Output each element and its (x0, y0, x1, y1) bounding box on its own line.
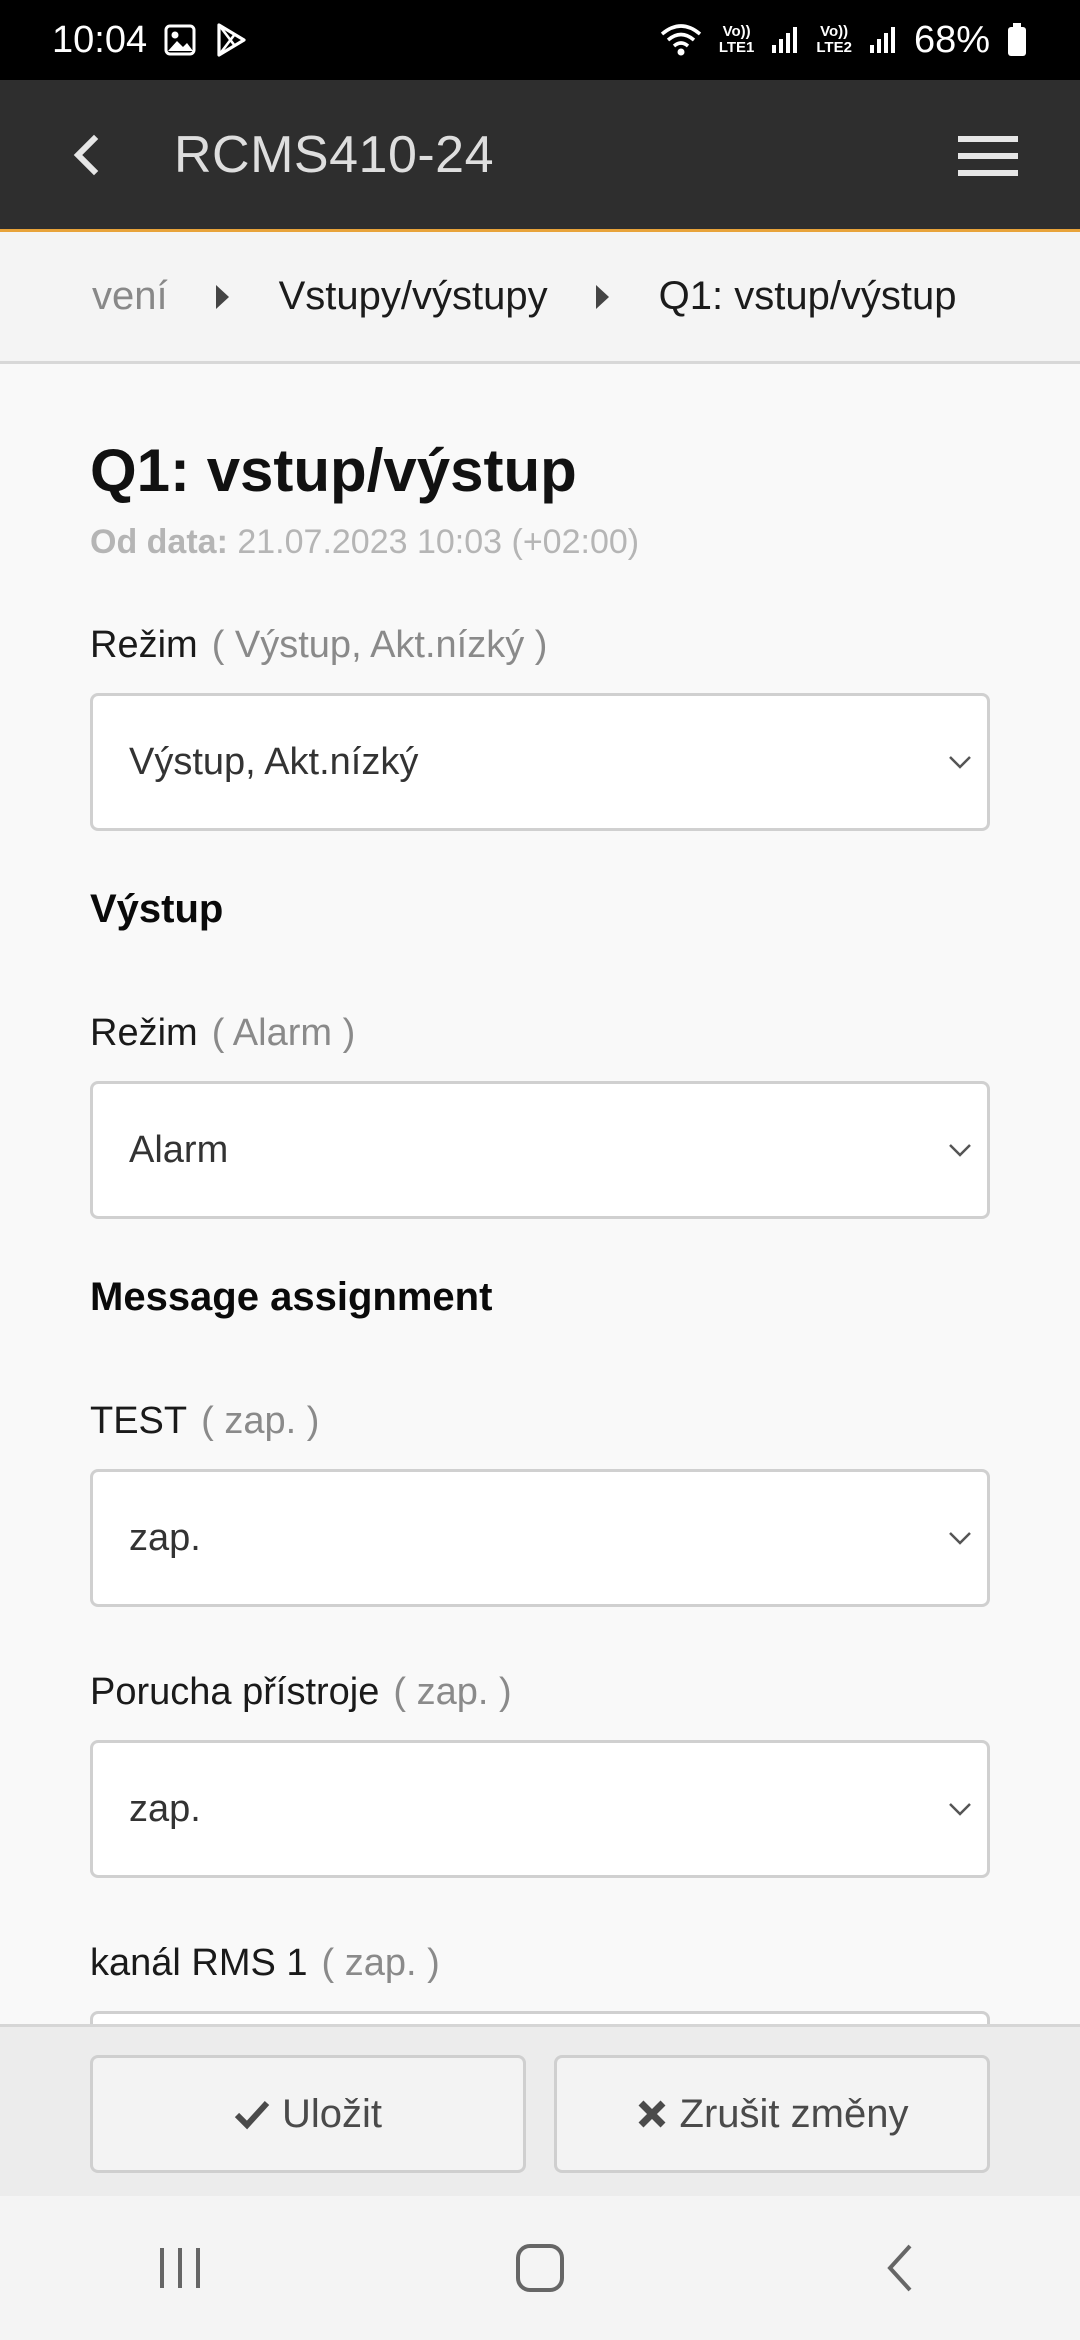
save-button-label: Uložit (281, 2091, 383, 2136)
valid-since-label: Od data: (90, 523, 228, 561)
chevron-down-icon (949, 1532, 971, 1545)
device-fault-label: Porucha přístroje( zap. ) (90, 1671, 512, 1713)
mode-field: Režim( Výstup, Akt.nízký ) Výstup, Akt.n… (90, 624, 990, 831)
back-arrow-icon (73, 134, 99, 175)
system-nav-bar (0, 2196, 1080, 2340)
breadcrumb-item-current: Q1: vstup/výstup (658, 274, 957, 318)
status-time: 10:04 (52, 18, 148, 61)
settings-form: Q1: vstup/výstup Od data: 21.07.2023 10:… (90, 364, 990, 2149)
play-store-icon (213, 22, 249, 58)
battery-icon (1006, 22, 1028, 58)
chevron-down-icon (949, 1803, 971, 1816)
mode-select[interactable]: Výstup, Akt.nízký (90, 693, 990, 831)
breadcrumb-separator-icon (595, 284, 609, 309)
rms1-hint: ( zap. ) (321, 1942, 440, 1984)
test-label: TEST( zap. ) (90, 1400, 320, 1442)
close-icon (638, 2100, 666, 2128)
valid-since-value: 21.07.2023 10:03 (+02:00) (237, 523, 640, 561)
battery-percent: 68% (913, 18, 990, 61)
hamburger-menu-icon (958, 136, 1018, 176)
device-fault-select[interactable]: zap. (90, 1740, 990, 1878)
mode-label: Režim( Výstup, Akt.nízký ) (90, 624, 548, 666)
form-footer: Uložit Zrušit změny (0, 2024, 1080, 2196)
test-select-value: zap. (129, 1516, 201, 1559)
cancel-changes-button-label: Zrušit změny (679, 2091, 909, 2136)
breadcrumb-item-settings[interactable]: vení (92, 274, 168, 319)
valid-since: Od data: 21.07.2023 10:03 (+02:00) (90, 523, 990, 562)
gallery-icon (163, 23, 197, 57)
output-section-title: Výstup (90, 887, 224, 931)
home-button[interactable] (470, 2218, 610, 2318)
test-field: TEST( zap. ) zap. (90, 1400, 990, 1607)
status-bar: 10:04 Vo)) LTE1 Vo)) LTE2 68% (0, 0, 1080, 80)
device-fault-hint: ( zap. ) (393, 1671, 512, 1713)
output-mode-field: Režim( Alarm ) Alarm (90, 1012, 990, 1219)
mode-select-value: Výstup, Akt.nízký (129, 740, 419, 783)
output-mode-select[interactable]: Alarm (90, 1081, 990, 1219)
home-icon (516, 2244, 564, 2292)
output-mode-label: Režim( Alarm ) (90, 1012, 356, 1054)
recent-apps-button[interactable] (110, 2218, 250, 2318)
back-chevron-icon (887, 2244, 912, 2292)
test-hint: ( zap. ) (201, 1400, 320, 1442)
page-title: Q1: vstup/výstup (90, 437, 577, 504)
test-select[interactable]: zap. (90, 1469, 990, 1607)
volte-lte2-icon: Vo)) LTE2 (816, 23, 852, 56)
recent-apps-icon (160, 2248, 200, 2288)
breadcrumb-item-io[interactable]: Vstupy/výstupy (279, 274, 548, 319)
app-title: RCMS410-24 (174, 125, 495, 184)
breadcrumb-separator-icon (215, 284, 229, 309)
breadcrumb: vení Vstupy/výstupy Q1: vstup/výstup (0, 232, 1080, 364)
signal-2-icon (868, 25, 898, 55)
wifi-icon (659, 22, 703, 58)
rms1-label: kanál RMS 1( zap. ) (90, 1942, 440, 1984)
system-back-button[interactable] (830, 2218, 970, 2318)
menu-button[interactable] (948, 116, 1028, 196)
chevron-down-icon (949, 756, 971, 769)
output-mode-select-value: Alarm (129, 1128, 229, 1171)
message-assignment-section-title: Message assignment (90, 1275, 493, 1319)
cancel-changes-button[interactable]: Zrušit změny (554, 2055, 990, 2173)
output-mode-hint: ( Alarm ) (211, 1012, 356, 1054)
device-fault-select-value: zap. (129, 1787, 201, 1830)
check-icon (234, 2100, 270, 2130)
mode-hint: ( Výstup, Akt.nízký ) (211, 624, 548, 666)
volte-lte1-icon: Vo)) LTE1 (718, 23, 755, 56)
back-button[interactable] (48, 115, 128, 195)
app-bar: RCMS410-24 (0, 80, 1080, 232)
save-button[interactable]: Uložit (90, 2055, 526, 2173)
signal-1-icon (770, 25, 800, 55)
chevron-down-icon (949, 1144, 971, 1157)
device-fault-field: Porucha přístroje( zap. ) zap. (90, 1671, 990, 1878)
